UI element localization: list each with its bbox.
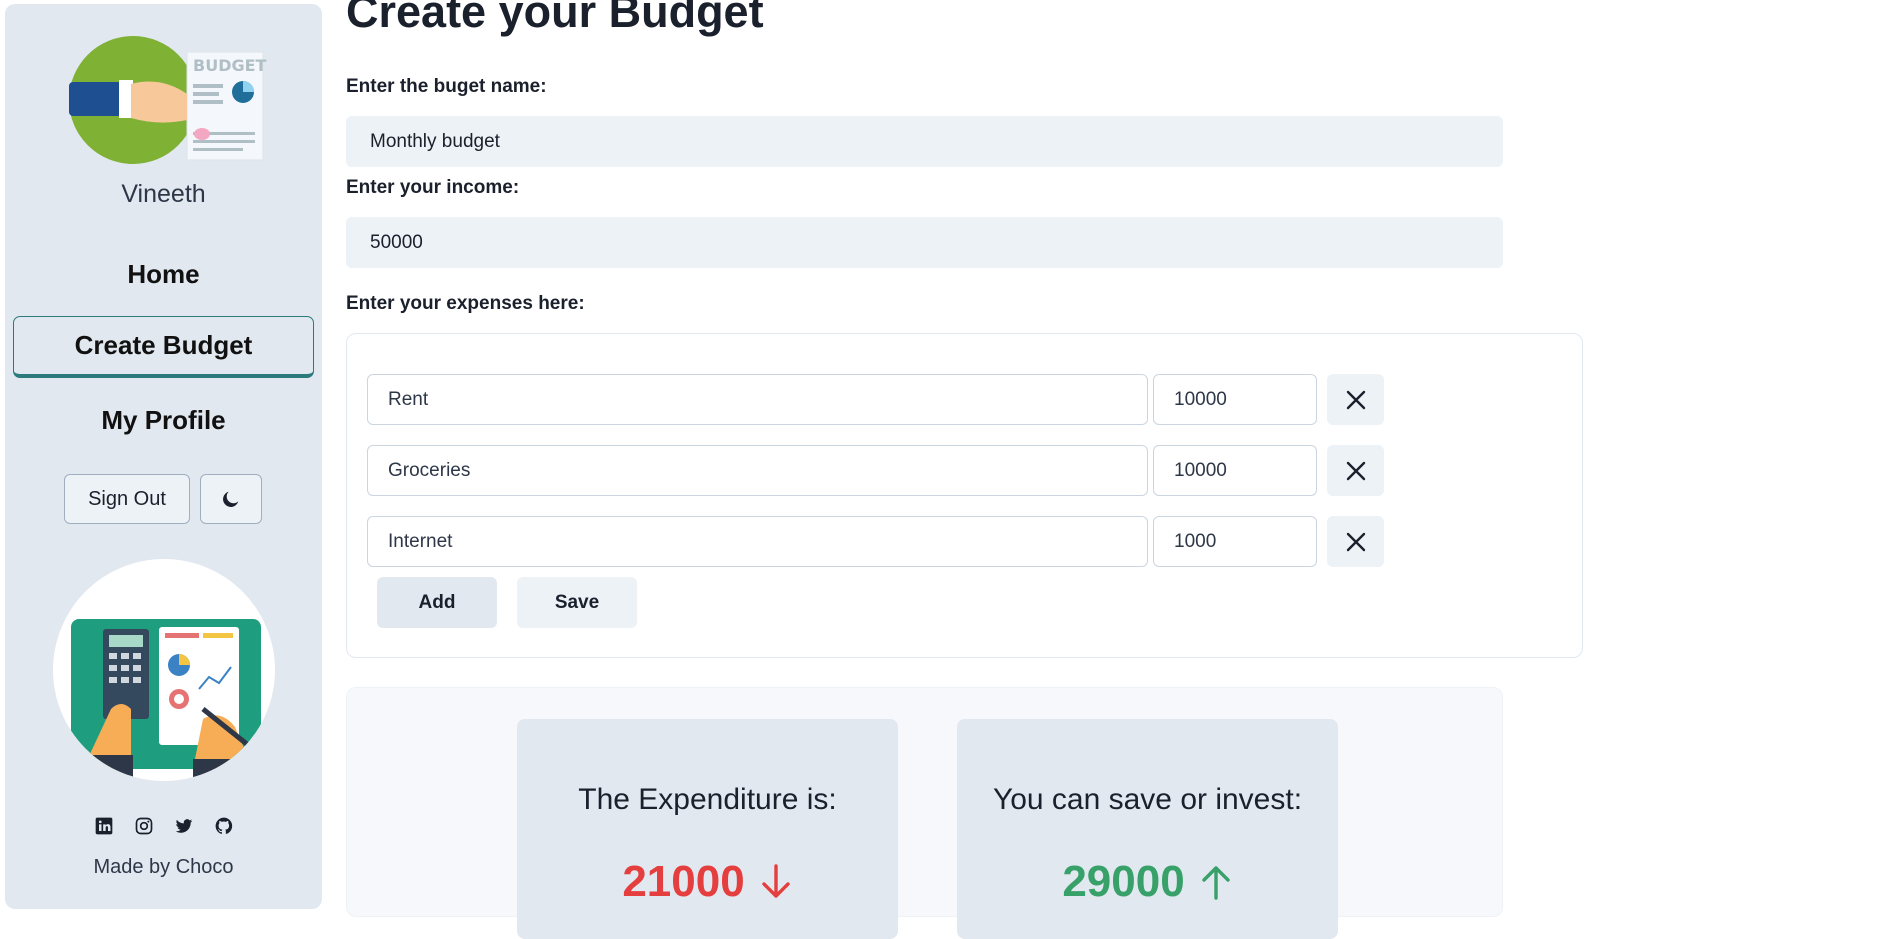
remove-expense-button[interactable] — [1327, 516, 1384, 567]
expenditure-value-row: 21000 — [517, 857, 898, 907]
username: Vineeth — [121, 180, 206, 208]
nav-home[interactable]: Home — [13, 243, 314, 305]
savings-card: You can save or invest: 29000 — [957, 719, 1338, 939]
svg-text:BUDGET: BUDGET — [193, 56, 267, 75]
expense-name-input[interactable] — [367, 516, 1148, 567]
moon-icon — [223, 491, 239, 507]
save-label: Save — [554, 591, 600, 613]
save-button[interactable]: Save — [517, 577, 637, 628]
expense-name-input[interactable] — [367, 445, 1148, 496]
expense-row — [367, 445, 1387, 496]
twitter-icon[interactable] — [174, 816, 194, 836]
instagram-icon[interactable] — [134, 816, 154, 836]
made-by-text: Made by Choco — [93, 856, 234, 878]
sidebar: BUDGET Vineeth Home Create Budget My Pro… — [5, 4, 322, 909]
expenditure-title: The Expenditure is: — [578, 783, 837, 816]
theme-toggle-button[interactable] — [200, 474, 262, 524]
github-icon[interactable] — [214, 816, 234, 836]
savings-title: You can save or invest: — [992, 783, 1303, 816]
expense-name-input[interactable] — [367, 374, 1148, 425]
close-icon — [1346, 390, 1365, 409]
income-input[interactable] — [346, 217, 1503, 268]
nav-create-budget-label: Create Budget — [74, 330, 253, 360]
summary-panel: The Expenditure is: 21000 You can save o… — [346, 687, 1503, 939]
expense-row — [367, 374, 1387, 425]
expense-row — [367, 516, 1387, 567]
expense-amount-input[interactable] — [1153, 374, 1317, 425]
arrow-down-icon — [761, 864, 790, 898]
nav-my-profile-label: My Profile — [101, 404, 226, 435]
expense-amount-input[interactable] — [1153, 516, 1317, 567]
avatar: BUDGET — [69, 36, 267, 164]
nav-create-budget[interactable]: Create Budget — [13, 316, 314, 378]
savings-value: 29000 — [1062, 857, 1185, 906]
add-expense-button[interactable]: Add — [377, 577, 497, 628]
expenses-label: Enter your expenses here: — [346, 293, 585, 314]
close-icon — [1346, 461, 1365, 480]
close-icon — [1346, 532, 1365, 551]
sign-out-button[interactable]: Sign Out — [64, 474, 190, 524]
nav-my-profile[interactable]: My Profile — [13, 389, 314, 451]
savings-value-row: 29000 — [957, 857, 1338, 907]
budget-name-label: Enter the buget name: — [346, 76, 547, 97]
linkedin-icon[interactable] — [94, 816, 114, 836]
expenses-panel: Add Save — [346, 333, 1583, 658]
add-label: Add — [418, 591, 456, 613]
nav-home-label: Home — [127, 258, 200, 289]
expenditure-card: The Expenditure is: 21000 — [517, 719, 898, 939]
sign-out-label: Sign Out — [88, 487, 166, 510]
expenditure-value: 21000 — [622, 857, 745, 906]
budget-illustration — [53, 559, 275, 781]
page-title: Create your Budget — [346, 0, 764, 37]
income-label: Enter your income: — [346, 177, 520, 198]
social-links — [5, 816, 322, 836]
expense-amount-input[interactable] — [1153, 445, 1317, 496]
remove-expense-button[interactable] — [1327, 374, 1384, 425]
remove-expense-button[interactable] — [1327, 445, 1384, 496]
budget-name-input[interactable] — [346, 116, 1503, 167]
arrow-up-icon — [1201, 866, 1230, 900]
